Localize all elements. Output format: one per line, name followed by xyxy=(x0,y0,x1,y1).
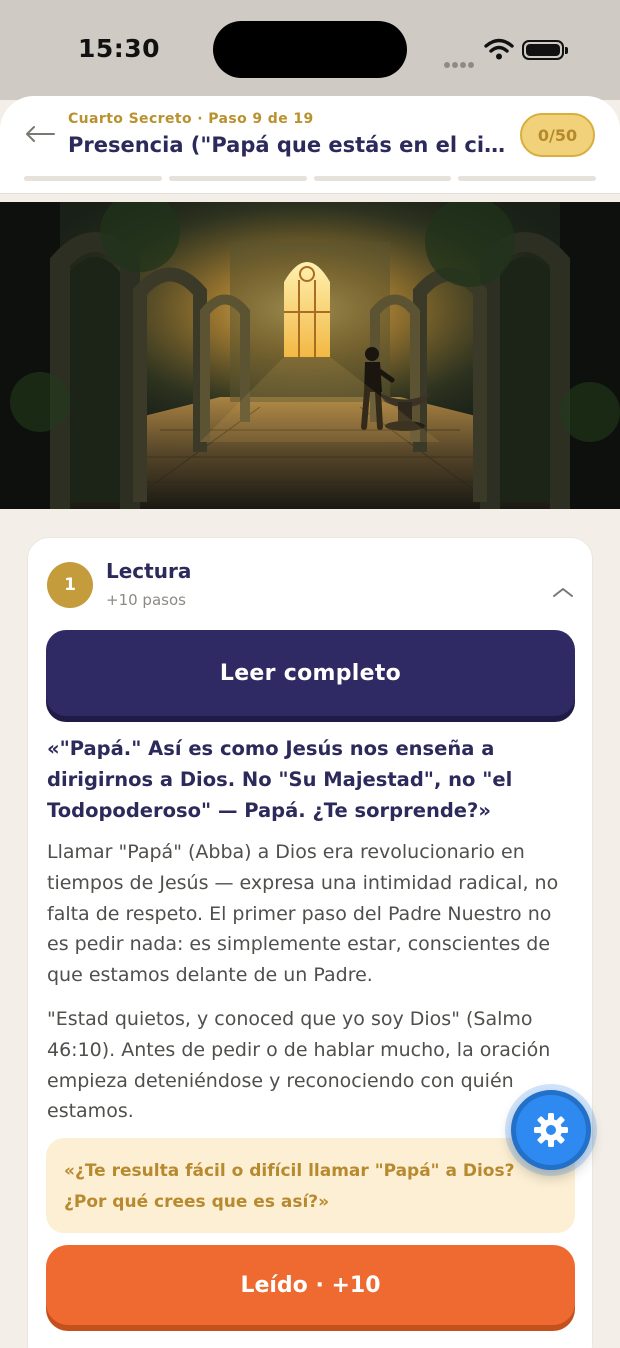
battery-icon xyxy=(522,40,568,60)
step-number-badge: 1 xyxy=(47,562,93,608)
status-time: 15:30 xyxy=(78,34,161,63)
gear-icon xyxy=(534,1113,568,1147)
reflection-prompt: «¿Te resulta fácil o difícil llamar "Pap… xyxy=(46,1138,575,1233)
body-paragraph-2: "Estad quietos, y conoced que yo soy Dio… xyxy=(47,1008,551,1123)
progress-segment xyxy=(24,176,162,181)
cellular-signal-icon xyxy=(444,53,476,68)
lesson-header: Cuarto Secreto · Paso 9 de 19 Presencia … xyxy=(0,96,620,194)
arrow-left-icon[interactable] xyxy=(24,124,56,144)
progress-segment xyxy=(313,176,452,181)
progress-segments xyxy=(24,176,596,181)
chevron-up-icon[interactable] xyxy=(552,586,574,598)
intro-quote: «"Papá." Así es como Jesús nos enseña a … xyxy=(47,737,513,822)
status-bar: 15:30 xyxy=(0,0,620,100)
progress-segment xyxy=(168,176,307,181)
read-full-button[interactable]: Leer completo xyxy=(46,630,575,716)
section-subtitle: +10 pasos xyxy=(106,591,186,609)
page-title: Presencia ("Papá que estás en el ciel... xyxy=(68,133,506,157)
points-badge: 0/50 xyxy=(520,113,595,157)
step-label: Cuarto Secreto · Paso 9 de 19 xyxy=(68,111,314,127)
section-title: Lectura xyxy=(106,559,192,583)
progress-segment xyxy=(458,176,596,181)
dynamic-island xyxy=(213,21,407,78)
body-paragraph-1: Llamar "Papá" (Abba) a Dios era revoluci… xyxy=(47,841,559,987)
wifi-icon xyxy=(484,38,514,60)
hero-illustration xyxy=(0,202,620,509)
settings-button[interactable] xyxy=(511,1090,591,1170)
reading-card: 1 Lectura +10 pasos Leer completo «"Papá… xyxy=(27,537,593,1348)
mark-read-button[interactable]: Leído · +10 xyxy=(46,1245,575,1325)
